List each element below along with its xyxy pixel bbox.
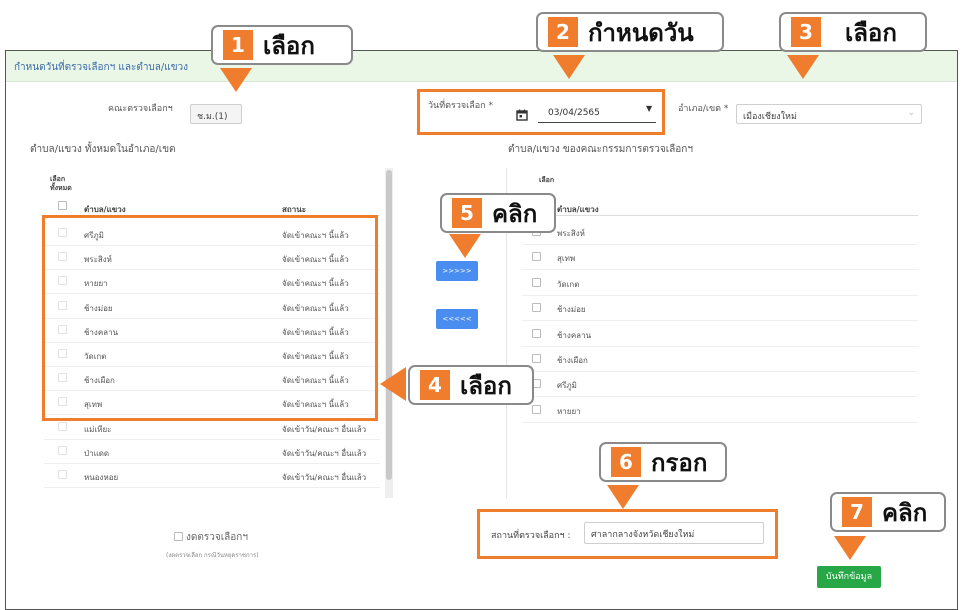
callout-5-number: 5 [452, 198, 482, 228]
arrow-down-icon [553, 55, 585, 79]
row-subdistrict: หนองหอย [84, 471, 118, 484]
callout-2: 2 กำหนดวัน [536, 12, 724, 52]
cancel-inspection-label: งดตรวจเลือกฯ [186, 530, 248, 545]
callout-4: 4 เลือก [408, 365, 534, 405]
right-row-divider [522, 244, 918, 245]
right-row-subdistrict: ช้างคลาน [557, 329, 591, 342]
save-button[interactable]: บันทึกข้อมูล [817, 566, 881, 588]
right-row-divider [522, 320, 918, 321]
select-all-checkbox[interactable] [58, 201, 67, 210]
right-row-subdistrict: วัดเกต [557, 278, 579, 291]
callout-1: 1 เลือก [211, 25, 353, 65]
callout-7: 7 คลิก [830, 492, 946, 532]
row-subdistrict: แม่เหียะ [84, 423, 111, 436]
callout-2-number: 2 [548, 17, 578, 47]
arrow-down-icon [220, 68, 252, 92]
callout-7-text: คลิก [882, 493, 927, 532]
right-row-checkbox[interactable] [532, 278, 541, 287]
committee-select[interactable]: ช.ม.(1) [190, 104, 242, 124]
page-title: กำหนดวันที่ตรวจเลือกฯ และตำบล/แขวง [14, 60, 188, 75]
callout-2-text: กำหนดวัน [588, 13, 694, 52]
right-select-label: เลือก [539, 175, 554, 186]
right-header-divider [508, 215, 918, 216]
right-row-checkbox[interactable] [532, 354, 541, 363]
right-row-divider [522, 346, 918, 347]
row-divider [44, 487, 380, 488]
committee-label: คณะตรวจเลือกฯ [108, 101, 173, 115]
callout-4-number: 4 [420, 370, 450, 400]
row-status: จัดเข้าวัน/คณะฯ อื่นแล้ว [282, 471, 366, 484]
callout-1-text: เลือก [263, 26, 315, 65]
right-row-subdistrict: ศรีภูมิ [557, 379, 577, 392]
row-subdistrict: ป่าแดด [84, 447, 109, 460]
row-divider [44, 439, 380, 440]
callout-1-number: 1 [223, 30, 253, 60]
right-row-divider [522, 295, 918, 296]
right-row-subdistrict: ช้างม่อย [557, 303, 586, 316]
right-row-subdistrict: หายยา [557, 405, 581, 418]
right-row-divider [522, 371, 918, 372]
district-select[interactable]: เมืองเชียงใหม่ ⌄ [736, 104, 922, 124]
callout-6-text: กรอก [651, 443, 707, 482]
row-checkbox[interactable] [58, 470, 67, 479]
row-status: จัดเข้าวัน/คณะฯ อื่นแล้ว [282, 447, 366, 460]
right-row-checkbox[interactable] [532, 405, 541, 414]
callout-4-text: เลือก [460, 366, 512, 405]
left-panel-title: ตำบล/แขวง ทั้งหมดในอำเภอ/เขต [30, 142, 176, 157]
highlight-date-field [417, 89, 665, 135]
chevron-down-icon: ⌄ [907, 108, 915, 118]
cancel-inspection-checkbox[interactable] [174, 532, 183, 541]
callout-5: 5 คลิก [440, 193, 556, 233]
right-row-checkbox[interactable] [532, 252, 541, 261]
right-row-checkbox[interactable] [532, 303, 541, 312]
left-scrollbar-thumb[interactable] [386, 170, 392, 480]
right-row-subdistrict: พระสิงห์ [557, 227, 585, 240]
right-panel-title: ตำบล/แขวง ของคณะกรรมการตรวจเลือกฯ [508, 142, 693, 157]
right-row-divider [522, 422, 918, 423]
callout-3-number: 3 [791, 17, 821, 47]
cancel-inspection-note: (งดตรวจเลือก กรณีวันหยุดราชการ) [166, 550, 259, 560]
callout-3: 3 เลือก [779, 12, 927, 52]
move-left-button[interactable]: <<<<< [436, 309, 478, 329]
row-status: จัดเข้าวัน/คณะฯ อื่นแล้ว [282, 423, 366, 436]
right-row-subdistrict: สุเทพ [557, 252, 575, 265]
row-checkbox[interactable] [58, 446, 67, 455]
move-right-button[interactable]: >>>>> [436, 261, 478, 281]
callout-3-text: เลือก [845, 13, 897, 52]
callout-6: 6 กรอก [599, 442, 727, 482]
district-label: อำเภอ/เขต * [678, 101, 728, 115]
row-checkbox[interactable] [58, 422, 67, 431]
callout-5-text: คลิก [492, 194, 537, 233]
arrow-down-icon [834, 536, 866, 560]
highlight-left-rows [42, 215, 378, 421]
arrow-down-icon [787, 55, 819, 79]
right-row-divider [522, 396, 918, 397]
right-row-subdistrict: ช้างเผือก [557, 354, 588, 367]
right-row-divider [522, 269, 918, 270]
arrow-left-icon [380, 367, 406, 401]
district-value: เมืองเชียงใหม่ [743, 112, 797, 122]
right-row-checkbox[interactable] [532, 329, 541, 338]
callout-7-number: 7 [842, 497, 872, 527]
select-all-label: เลือกทั้งหมด [50, 175, 80, 193]
arrow-down-icon [607, 485, 639, 509]
row-divider [44, 463, 380, 464]
arrow-down-icon [449, 234, 481, 258]
highlight-location-field [477, 509, 778, 559]
callout-6-number: 6 [611, 447, 641, 477]
